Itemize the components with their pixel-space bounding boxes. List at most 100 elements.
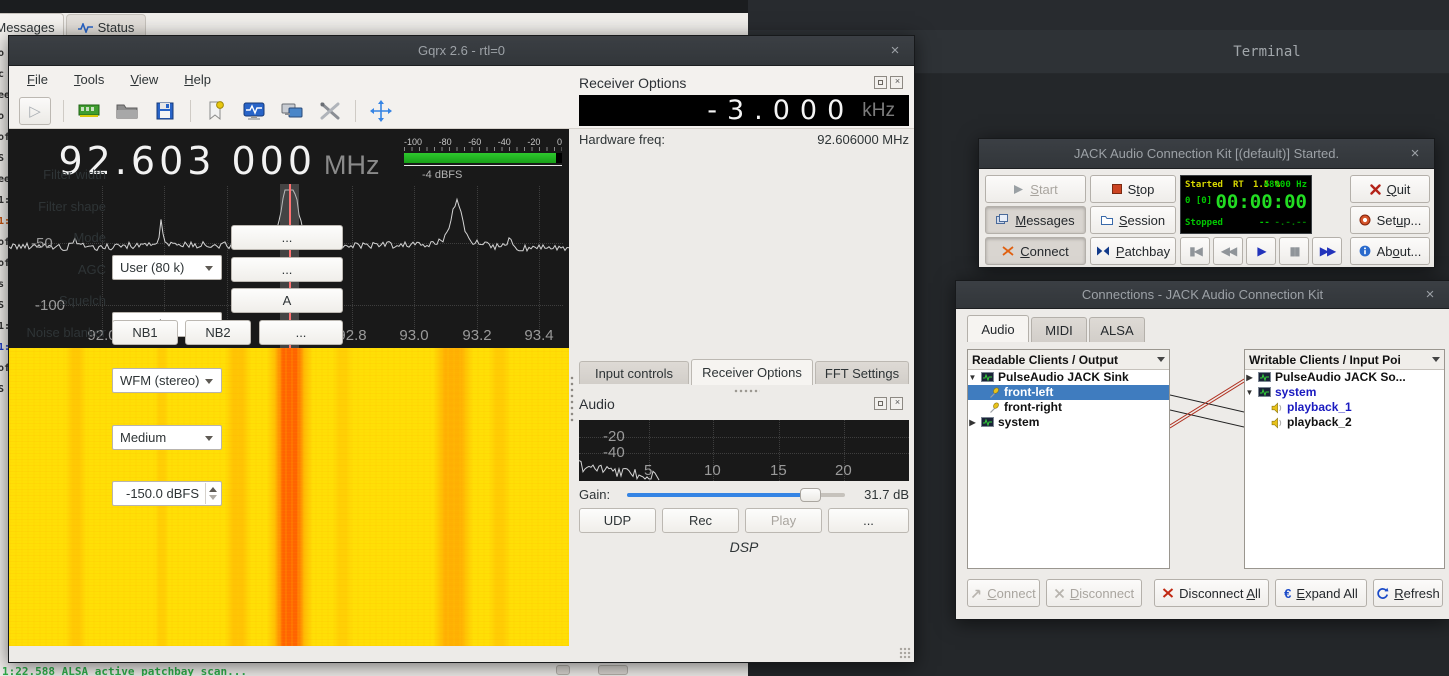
tree-row-client[interactable]: ▶ PulseAudio JACK So... bbox=[1245, 370, 1444, 385]
offset-value[interactable]: -3.000 bbox=[707, 95, 854, 126]
nb1-button[interactable]: NB1 bbox=[112, 320, 178, 345]
spin-arrows[interactable] bbox=[205, 483, 220, 504]
tree-row-client[interactable]: ▶ system bbox=[968, 415, 1169, 430]
dock-float-icon[interactable] bbox=[874, 76, 887, 89]
jack-start-button[interactable]: Start bbox=[985, 175, 1086, 203]
start-dsp-button[interactable]: ▷ bbox=[19, 97, 51, 125]
tree-row-port[interactable]: front-right bbox=[968, 400, 1169, 415]
squelch-auto-button[interactable]: A bbox=[231, 288, 343, 313]
tree-row-client[interactable]: ▼ PulseAudio JACK Sink bbox=[968, 370, 1169, 385]
filter-width-select[interactable]: User (80 k) bbox=[112, 255, 222, 280]
chevron-down-icon bbox=[205, 266, 213, 271]
gain-slider-handle[interactable] bbox=[800, 488, 821, 502]
gqrx-titlebar[interactable]: Gqrx 2.6 - rtl=0 × bbox=[9, 36, 914, 66]
refresh-button[interactable]: Refresh bbox=[1373, 579, 1443, 607]
expand-all-button[interactable]: € Expand All bbox=[1275, 579, 1367, 607]
transport-play-button[interactable]: ▶ bbox=[1246, 237, 1276, 265]
nb-options-button[interactable]: ... bbox=[259, 320, 343, 345]
dsp-monitor-button[interactable] bbox=[241, 99, 267, 123]
agc-select[interactable]: Medium bbox=[112, 425, 222, 450]
io-config-button[interactable] bbox=[76, 99, 102, 123]
jack-about-button[interactable]: About... bbox=[1350, 237, 1430, 265]
waveform-icon bbox=[78, 23, 93, 33]
save-settings-button[interactable] bbox=[152, 99, 178, 123]
scrollbar-handle[interactable] bbox=[598, 665, 628, 675]
connections-close-icon[interactable]: × bbox=[1421, 281, 1439, 308]
waterfall[interactable] bbox=[9, 348, 569, 646]
jack-session-button[interactable]: Session bbox=[1090, 206, 1176, 234]
jack-messages-button[interactable]: Messages bbox=[985, 206, 1086, 234]
resize-grip[interactable] bbox=[899, 647, 911, 659]
tab-input-controls[interactable]: Input controls bbox=[579, 361, 689, 384]
audio-spectrum[interactable]: -20 -40 5 10 15 20 bbox=[579, 420, 909, 481]
splitter-handle[interactable] bbox=[570, 376, 574, 422]
transport-rewind-button[interactable]: ◀◀ bbox=[1213, 237, 1243, 265]
expander-closed-icon[interactable]: ▶ bbox=[968, 415, 977, 430]
jack-setup-button[interactable]: Setup... bbox=[1350, 206, 1430, 234]
load-settings-button[interactable] bbox=[114, 99, 140, 123]
terminal-top-strip bbox=[748, 0, 1449, 30]
offset-lcd[interactable]: -3.000 kHz bbox=[579, 95, 909, 126]
menu-view[interactable]: View bbox=[130, 72, 158, 87]
transport-pause-button[interactable]: ▮▮ bbox=[1279, 237, 1309, 265]
dock-float-icon[interactable] bbox=[874, 397, 887, 410]
tab-alsa[interactable]: ALSA bbox=[1089, 317, 1145, 342]
menu-file[interactable]: File bbox=[27, 72, 48, 87]
audio-options-button[interactable]: ... bbox=[828, 508, 909, 533]
readable-clients-header[interactable]: Readable Clients / Output bbox=[968, 350, 1169, 370]
play-button[interactable]: Play bbox=[745, 508, 822, 533]
disconnect-all-button[interactable]: Disconnect All bbox=[1154, 579, 1269, 607]
bookmarks-button[interactable] bbox=[203, 99, 229, 123]
mode-select[interactable]: WFM (stereo) bbox=[112, 368, 222, 393]
udp-button[interactable]: UDP bbox=[579, 508, 656, 533]
mic-icon bbox=[988, 387, 1000, 399]
disconnect-button[interactable]: Disconnect bbox=[1046, 579, 1142, 607]
nb2-button[interactable]: NB2 bbox=[185, 320, 251, 345]
expander-open-icon[interactable]: ▼ bbox=[968, 370, 977, 385]
tree-row-port[interactable]: playback_1 bbox=[1245, 400, 1444, 415]
transport-rewind-start-button[interactable]: ▮◀ bbox=[1180, 237, 1210, 265]
gain-slider[interactable] bbox=[627, 493, 845, 497]
tab-midi[interactable]: MIDI bbox=[1031, 317, 1087, 342]
jack-stop-button[interactable]: Stop bbox=[1090, 175, 1176, 203]
remote-control-button[interactable] bbox=[279, 99, 305, 123]
tree-row-client[interactable]: ▼ system bbox=[1245, 385, 1444, 400]
menu-tools[interactable]: Tools bbox=[74, 72, 104, 87]
quit-x-icon bbox=[1370, 184, 1381, 195]
jack-titlebar[interactable]: JACK Audio Connection Kit [(default)] St… bbox=[979, 139, 1434, 169]
expander-closed-icon[interactable]: ▶ bbox=[1245, 370, 1254, 385]
terminal-title: Terminal bbox=[1085, 33, 1449, 71]
connect-button[interactable]: Connect bbox=[967, 579, 1040, 607]
writable-clients-header[interactable]: Writable Clients / Input Poi bbox=[1245, 350, 1444, 370]
tab-fft-settings[interactable]: FFT Settings bbox=[815, 361, 909, 384]
connections-titlebar[interactable]: Connections - JACK Audio Connection Kit … bbox=[956, 281, 1449, 309]
tree-row-port-selected[interactable]: front-left bbox=[968, 385, 1169, 400]
transport-forward-button[interactable]: ▶▶ bbox=[1312, 237, 1342, 265]
jack-window: JACK Audio Connection Kit [(default)] St… bbox=[978, 138, 1435, 268]
setup-icon bbox=[1359, 214, 1371, 226]
jack-patchbay-button[interactable]: Patchbay bbox=[1090, 237, 1176, 265]
center-frequency-button[interactable] bbox=[368, 99, 394, 123]
tree-row-port[interactable]: playback_2 bbox=[1245, 415, 1444, 430]
skip-start-icon: ▮◀ bbox=[1189, 244, 1201, 258]
tab-audio[interactable]: Audio bbox=[967, 315, 1029, 342]
connections-window: Connections - JACK Audio Connection Kit … bbox=[955, 280, 1449, 620]
speaker-icon bbox=[1271, 402, 1283, 414]
tab-receiver-options[interactable]: Receiver Options bbox=[691, 359, 813, 385]
gqrx-close-icon[interactable]: × bbox=[886, 36, 904, 65]
squelch-spinbox[interactable]: -150.0 dBFS bbox=[112, 481, 222, 506]
scrollbar-piece[interactable] bbox=[556, 665, 570, 675]
menu-help[interactable]: Help bbox=[184, 72, 211, 87]
jack-close-icon[interactable]: × bbox=[1406, 139, 1424, 168]
agc-options-button[interactable]: ... bbox=[231, 257, 343, 282]
mode-options-button[interactable]: ... bbox=[231, 225, 343, 250]
jack-quit-button[interactable]: Quit bbox=[1350, 175, 1430, 203]
expander-open-icon[interactable]: ▼ bbox=[1245, 385, 1254, 400]
dock-close-icon[interactable]: × bbox=[890, 397, 903, 410]
dock-close-icon[interactable]: × bbox=[890, 76, 903, 89]
tools-button[interactable] bbox=[317, 99, 343, 123]
dock-separator[interactable] bbox=[734, 389, 760, 393]
gain-value: 31.7 dB bbox=[864, 487, 909, 502]
jack-connect-button[interactable]: Connect bbox=[985, 237, 1086, 265]
rec-button[interactable]: Rec bbox=[662, 508, 739, 533]
